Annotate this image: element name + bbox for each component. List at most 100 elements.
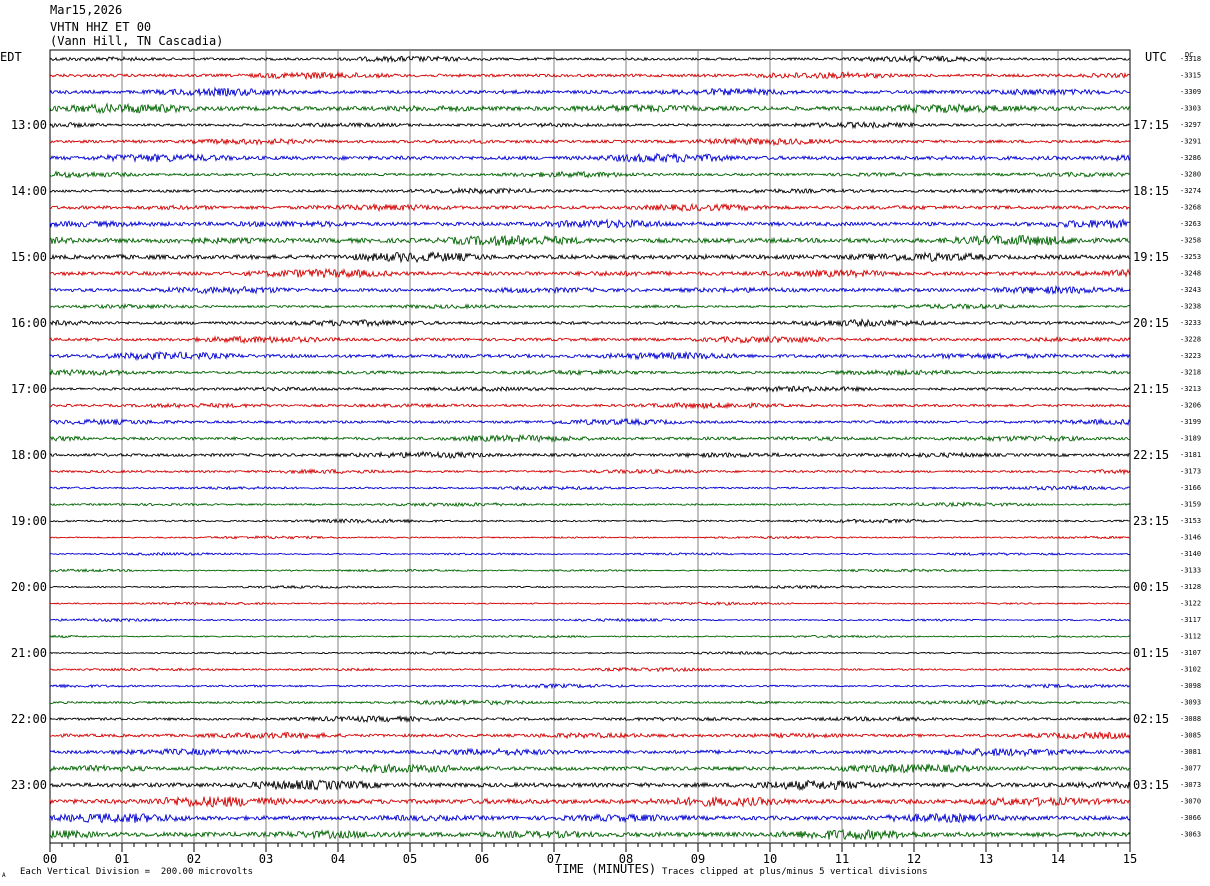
x-tick-label: 06 — [475, 852, 489, 866]
x-tick-label: 04 — [331, 852, 345, 866]
seismic-trace — [49, 303, 1131, 311]
dc-offset-label: -3213 — [1180, 385, 1201, 393]
left-hour-label: 17:00 — [11, 382, 47, 396]
dc-label: DC — [1185, 51, 1193, 59]
dc-offset-label: -3102 — [1180, 666, 1201, 674]
dc-offset-label: -3206 — [1180, 402, 1201, 410]
dc-offset-label: -3233 — [1180, 319, 1201, 327]
left-hour-label: 21:00 — [11, 646, 47, 660]
left-hour-label: 22:00 — [11, 712, 47, 726]
dc-offset-label: -3274 — [1180, 187, 1201, 195]
seismic-trace — [49, 714, 1131, 724]
right-hour-label: 23:15 — [1133, 514, 1169, 528]
seismic-trace — [49, 699, 1131, 706]
x-tick-label: 03 — [259, 852, 273, 866]
left-hour-label: 19:00 — [11, 514, 47, 528]
dc-offset-label: -3070 — [1180, 798, 1201, 806]
seismic-trace — [49, 137, 1131, 147]
left-hour-label: 18:00 — [11, 448, 47, 462]
seismic-trace — [49, 551, 1130, 557]
dc-offset-label: -3258 — [1180, 237, 1201, 245]
x-tick-label: 13 — [979, 852, 993, 866]
dc-offset-label: -3107 — [1180, 649, 1201, 657]
left-hour-labels: 13:00 14:00 15:00 16:00 17:00 18:00 19:00 20:00… — [11, 118, 47, 792]
seismic-trace — [49, 829, 1131, 841]
dc-offset-label: -3173 — [1180, 468, 1201, 476]
dc-offset-label: -3159 — [1180, 501, 1201, 509]
dc-offset-label: -3309 — [1180, 88, 1201, 96]
dc-offset-label: -3098 — [1180, 682, 1201, 690]
right-hour-label: 00:15 — [1133, 580, 1169, 594]
dc-offset-label: -3303 — [1180, 105, 1201, 113]
dc-offset-label: -3223 — [1180, 352, 1201, 360]
seismic-trace — [49, 102, 1131, 115]
seismic-trace — [49, 484, 1131, 491]
x-tick-label: 01 — [115, 852, 129, 866]
seismic-trace — [49, 417, 1131, 427]
seismic-trace — [49, 731, 1131, 740]
seismic-trace — [49, 401, 1131, 410]
dc-offset-label: -3248 — [1180, 270, 1201, 278]
seismic-trace — [49, 568, 1130, 573]
dc-offset-label: -3238 — [1180, 303, 1201, 311]
x-tick-label: 15 — [1123, 852, 1137, 866]
dc-offset-label: -3243 — [1180, 286, 1201, 294]
seismic-trace — [49, 218, 1131, 229]
seismic-trace — [49, 250, 1131, 264]
seismic-trace — [49, 634, 1131, 639]
seismic-trace — [49, 284, 1131, 296]
seismic-trace — [49, 186, 1130, 195]
dc-offset-label: -3073 — [1180, 781, 1201, 789]
seismic-traces — [49, 54, 1131, 841]
seismic-trace — [49, 350, 1131, 362]
right-hour-labels: 17:15 18:15 19:15 20:15 21:15 22:15 23:15 00:15… — [1133, 118, 1169, 792]
seismic-trace — [49, 763, 1131, 774]
seismic-trace — [49, 601, 1131, 606]
dc-offset-label: -3088 — [1180, 715, 1201, 723]
corner-mark: A — [2, 872, 6, 879]
dc-offset-label: -3228 — [1180, 336, 1201, 344]
seismic-trace — [49, 535, 1131, 540]
seismic-trace — [49, 54, 1131, 64]
dc-offset-label: -3077 — [1180, 765, 1201, 773]
seismic-trace — [49, 812, 1131, 824]
right-hour-label: 18:15 — [1133, 184, 1169, 198]
seismic-trace — [49, 468, 1131, 476]
x-tick-label: 11 — [835, 852, 849, 866]
seismic-trace — [49, 682, 1131, 690]
dc-offset-label: -3063 — [1180, 831, 1201, 839]
seismic-trace — [49, 202, 1131, 213]
clip-note: Traces clipped at plus/minus 5 vertical … — [662, 867, 928, 877]
dc-offset-label: -3112 — [1180, 633, 1201, 641]
left-hour-label: 14:00 — [11, 184, 47, 198]
seismic-trace — [49, 267, 1131, 279]
x-tick-label: 05 — [403, 852, 417, 866]
seismic-trace — [49, 368, 1131, 377]
seismic-trace — [49, 317, 1131, 328]
right-hour-label: 21:15 — [1133, 382, 1169, 396]
plot-frame — [49, 49, 1131, 844]
seismic-trace — [49, 170, 1131, 179]
seismic-trace — [49, 501, 1131, 508]
dc-offset-label: -3286 — [1180, 154, 1201, 162]
x-tick-label: 14 — [1051, 852, 1065, 866]
seismic-trace — [49, 152, 1131, 163]
seismic-trace — [49, 70, 1131, 81]
x-tick-label: 09 — [691, 852, 705, 866]
seismic-trace — [49, 650, 1131, 656]
right-hour-label: 19:15 — [1133, 250, 1169, 264]
dc-offset-label: -3315 — [1180, 72, 1201, 80]
seismic-trace — [49, 779, 1131, 792]
seismic-trace — [49, 795, 1131, 808]
right-hour-label: 02:15 — [1133, 712, 1169, 726]
left-hour-label: 15:00 — [11, 250, 47, 264]
seismic-trace — [49, 335, 1131, 345]
dc-offset-label: -3181 — [1180, 451, 1201, 459]
x-tick-label: 02 — [187, 852, 201, 866]
left-hour-label: 20:00 — [11, 580, 47, 594]
dc-offset-label: -3093 — [1180, 699, 1201, 707]
time-grid — [49, 49, 1131, 844]
seismic-trace — [49, 121, 1131, 130]
right-hour-label: 22:15 — [1133, 448, 1169, 462]
dc-offset-label: -3199 — [1180, 418, 1201, 426]
